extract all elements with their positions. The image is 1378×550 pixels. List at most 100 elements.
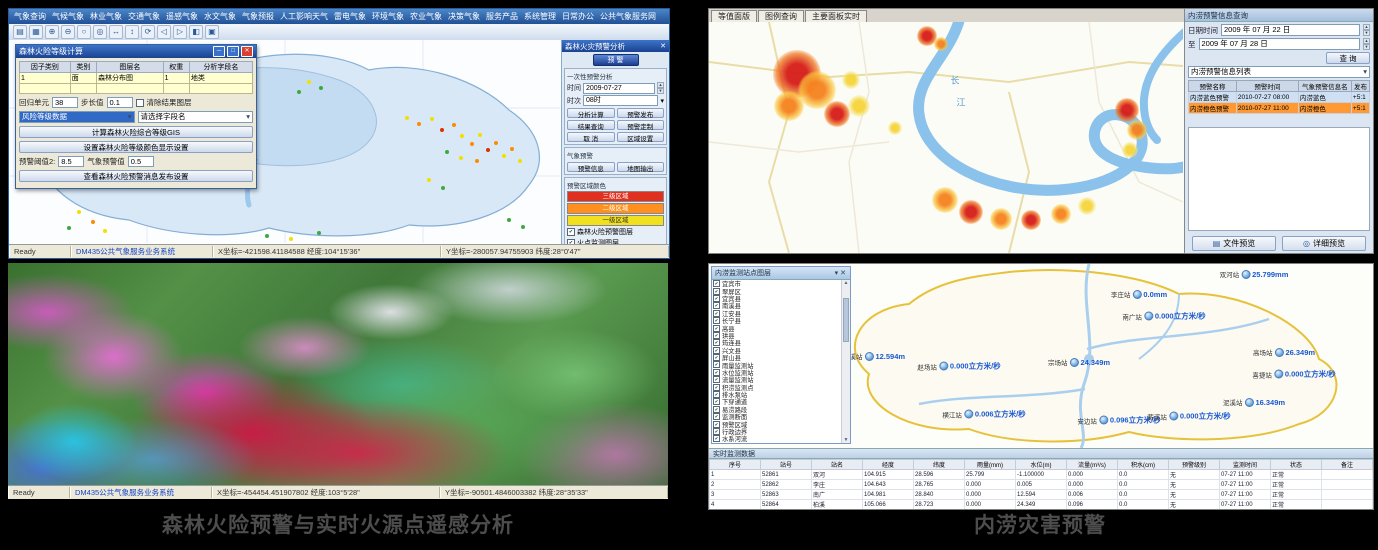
map-tab[interactable]: 等值面版: [711, 10, 757, 22]
spinner-down-icon[interactable]: ▼: [1363, 44, 1370, 50]
date-to-spinner[interactable]: ▲▼: [1363, 38, 1370, 50]
file-preview-button[interactable]: ▤文件预览: [1192, 236, 1276, 251]
field-select[interactable]: 请选择字段名▾: [138, 111, 254, 123]
panel-button[interactable]: 预警定制: [617, 120, 665, 130]
unit-input[interactable]: 38: [52, 97, 78, 108]
checkbox-checked-icon[interactable]: ✔: [713, 288, 720, 295]
checkbox-checked-icon[interactable]: ✔: [713, 280, 720, 287]
previous-view-icon[interactable]: ◁: [157, 25, 171, 39]
table-row[interactable]: 内涝橙色预警2010-07-27 11:00内涝橙色+5:1: [1189, 103, 1370, 114]
remote-sensing-image[interactable]: [8, 263, 668, 486]
menu-item[interactable]: 决策气象: [446, 11, 482, 22]
dialog-titlebar[interactable]: 森林火险等级计算 ─ □ ✕: [16, 45, 256, 58]
menu-item[interactable]: 林业气象: [88, 11, 124, 22]
panel-button[interactable]: 预警信息: [567, 162, 615, 172]
query-button[interactable]: 查 询: [1326, 52, 1370, 64]
risk-data-select[interactable]: 风险等级数据▾: [19, 111, 135, 123]
station-marker[interactable]: 高场站 26.349m: [1253, 347, 1315, 357]
checkbox-checked-icon[interactable]: ✔: [713, 428, 720, 435]
met-warning-input[interactable]: 0.5: [128, 156, 154, 167]
city-map[interactable]: 长江: [709, 22, 1185, 253]
monitor-table-area[interactable]: 序号站号站名经度纬度雨量(mm)水位(m)流量(m³/s)积水(cm)预警级别监…: [709, 459, 1373, 509]
checkbox-icon[interactable]: ✔: [567, 228, 575, 236]
menu-item[interactable]: 日常办公: [560, 11, 596, 22]
warning-button[interactable]: 预 警: [593, 54, 639, 66]
detail-preview-button[interactable]: ◎详细预览: [1282, 236, 1366, 251]
minimize-icon[interactable]: ─: [213, 46, 225, 57]
scroll-down-icon[interactable]: ▼: [842, 437, 850, 443]
map-layers-icon[interactable]: ▤: [13, 25, 27, 39]
checkbox-checked-icon[interactable]: ✔: [713, 369, 720, 376]
table-row[interactable]: 152861双河104.91528.59625.799-1.1000000.00…: [710, 470, 1373, 480]
table-row[interactable]: [20, 84, 253, 94]
checkbox-checked-icon[interactable]: ✔: [713, 310, 720, 317]
menu-item[interactable]: 气候气象: [50, 11, 86, 22]
hour-field[interactable]: 08时: [583, 95, 658, 106]
table-row[interactable]: 352863南广104.98128.8400.00012.5940.0060.0…: [710, 490, 1373, 500]
close-icon[interactable]: ✕: [839, 269, 847, 277]
checkbox-checked-icon[interactable]: ✔: [713, 347, 720, 354]
refresh-icon[interactable]: ⟳: [141, 25, 155, 39]
date-spinner[interactable]: ▲▼: [657, 82, 664, 94]
station-marker[interactable]: 柏溪站 12.594m: [843, 351, 905, 361]
attribute-table-icon[interactable]: ▦: [29, 25, 43, 39]
close-icon[interactable]: ✕: [241, 46, 253, 57]
menu-item[interactable]: 农业气象: [408, 11, 444, 22]
checkbox-checked-icon[interactable]: ✔: [713, 317, 720, 324]
table-row[interactable]: 内涝蓝色预警2010-07-27 08:00内涝蓝色+5:1: [1189, 92, 1370, 103]
table-row[interactable]: 252862李庄104.64328.7650.0000.0050.0000.0无…: [710, 480, 1373, 490]
publish-settings-button[interactable]: 查看森林火险预警消息发布设置: [19, 170, 253, 182]
panel-button[interactable]: 区域设置: [617, 132, 665, 142]
menu-item[interactable]: 交通气象: [126, 11, 162, 22]
station-marker[interactable]: 宗场站 24.349m: [1048, 357, 1110, 367]
date-from-spinner[interactable]: ▲▼: [1363, 24, 1370, 36]
warning-plan-select[interactable]: 内涝预警信息列表▾: [1188, 66, 1370, 78]
menu-item[interactable]: 气象查询: [12, 11, 48, 22]
checkbox-checked-icon[interactable]: ✔: [713, 302, 720, 309]
table-row[interactable]: 452864柏溪105.06628.7230.00024.3490.0960.0…: [710, 500, 1373, 510]
station-marker[interactable]: 南广站 0.000立方米/秒: [1122, 311, 1205, 322]
pan-icon[interactable]: ↔: [109, 25, 123, 39]
calc-risk-button[interactable]: 计算森林火险综合等级GIS: [19, 126, 253, 138]
checkbox-checked-icon[interactable]: ✔: [713, 361, 720, 368]
map-tab[interactable]: 图例查询: [758, 10, 804, 22]
close-icon[interactable]: ✕: [660, 42, 666, 50]
station-marker[interactable]: 泥溪站 16.349m: [1223, 397, 1285, 407]
spinner-down-icon[interactable]: ▼: [1363, 30, 1370, 36]
threshold-input[interactable]: 8.5: [58, 156, 84, 167]
warning-detail-area[interactable]: [1188, 127, 1370, 231]
panel-button[interactable]: 预警发布: [617, 108, 665, 118]
layer-checkbox-row[interactable]: ✔森林火险预警图层: [567, 227, 664, 237]
select-icon[interactable]: ◧: [189, 25, 203, 39]
menu-item[interactable]: 遥感气象: [164, 11, 200, 22]
menu-item[interactable]: 雷电气象: [332, 11, 368, 22]
station-marker[interactable]: 李庄站 0.0mm: [1111, 289, 1167, 299]
checkbox-checked-icon[interactable]: ✔: [713, 384, 720, 391]
chevron-down-icon[interactable]: ▾: [660, 97, 664, 105]
clear-checkbox[interactable]: [136, 99, 144, 107]
menu-item[interactable]: 人工影响天气: [278, 11, 330, 22]
date-to-field[interactable]: 2009 年 07 月 28 日: [1199, 38, 1361, 50]
menu-item[interactable]: 系统管理: [522, 11, 558, 22]
checkbox-checked-icon[interactable]: ✔: [713, 391, 720, 398]
scroll-up-icon[interactable]: ▲: [842, 280, 850, 286]
panel-button[interactable]: 取 消: [567, 132, 615, 142]
checkbox-checked-icon[interactable]: ✔: [713, 421, 720, 428]
checkbox-checked-icon[interactable]: ✔: [713, 295, 720, 302]
map-tab[interactable]: 主要面板实时: [805, 10, 867, 22]
checkbox-checked-icon[interactable]: ✔: [713, 406, 720, 413]
checkbox-checked-icon[interactable]: ✔: [713, 354, 720, 361]
checkbox-checked-icon[interactable]: ✔: [713, 332, 720, 339]
fire-map[interactable]: 宜宾市 森林火险等级计算 ─ □ ✕ 因子类别类别图层名权重分析字段名: [9, 40, 562, 245]
station-marker[interactable]: 喜捷站 0.000立方米/秒: [1252, 369, 1335, 380]
full-extent-icon[interactable]: ○: [77, 25, 91, 39]
spinner-down-icon[interactable]: ▼: [657, 88, 664, 94]
step-input[interactable]: 0.1: [107, 97, 133, 108]
tree-item[interactable]: ✔水系河流: [713, 435, 841, 442]
checkbox-checked-icon[interactable]: ✔: [713, 435, 720, 442]
menu-item[interactable]: 气象预报: [240, 11, 276, 22]
measure-icon[interactable]: ↕: [125, 25, 139, 39]
date-field[interactable]: 2009-07-27: [583, 83, 655, 94]
panel-button[interactable]: 地图输出: [617, 162, 665, 172]
scrollbar-thumb[interactable]: [843, 298, 849, 342]
